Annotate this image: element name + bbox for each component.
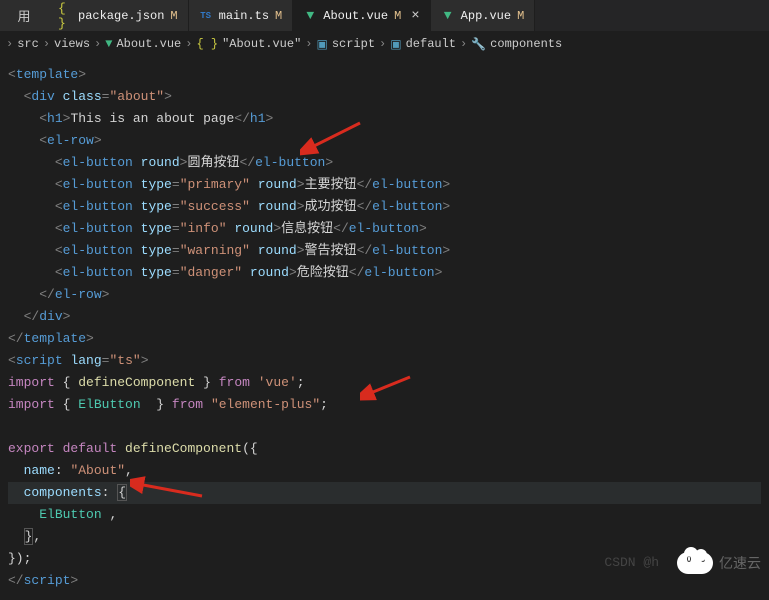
watermark-text: 亿速云 xyxy=(719,553,761,573)
chevron-right-icon: › xyxy=(185,37,192,51)
breadcrumb-item[interactable]: src xyxy=(17,37,39,51)
vue-icon: ▼ xyxy=(303,9,317,23)
modified-indicator: M xyxy=(394,9,401,23)
code-line: name: "About", xyxy=(8,460,761,482)
tab-about-vue[interactable]: ▼ About.vue M × xyxy=(293,0,430,31)
code-line: <script lang="ts"> xyxy=(8,350,761,372)
code-line: <el-button round>圆角按钮</el-button> xyxy=(8,152,761,174)
breadcrumb-item[interactable]: ▣ script xyxy=(316,37,375,52)
tab-label: App.vue xyxy=(461,9,511,23)
code-line: </div> xyxy=(8,306,761,328)
braces-icon: { } xyxy=(196,37,218,51)
chevron-right-icon: › xyxy=(43,37,50,51)
code-line: <el-button type="info" round>信息按钮</el-bu… xyxy=(8,218,761,240)
tab-main-ts[interactable]: TS main.ts M xyxy=(189,0,294,31)
tab-label: About.vue xyxy=(323,9,388,23)
cloud-icon xyxy=(677,552,713,574)
code-line: export default defineComponent({ xyxy=(8,438,761,460)
code-line: <template> xyxy=(8,64,761,86)
code-line xyxy=(8,416,761,438)
code-line: <el-row> xyxy=(8,130,761,152)
tab-package-json[interactable]: { } package.json M xyxy=(48,0,189,31)
vue-icon: ▼ xyxy=(441,9,455,23)
tab-app-vue[interactable]: ▼ App.vue M xyxy=(431,0,536,31)
code-line: </script> xyxy=(8,570,761,592)
csdn-watermark: CSDN @h xyxy=(604,555,659,570)
modified-indicator: M xyxy=(170,9,177,23)
json-icon: { } xyxy=(58,9,72,23)
code-line: }, xyxy=(8,526,761,548)
cube-icon: ▣ xyxy=(390,37,401,52)
code-line: <el-button type="danger" round>危险按钮</el-… xyxy=(8,262,761,284)
cube-icon: ▣ xyxy=(316,37,327,52)
modified-indicator: M xyxy=(517,9,524,23)
chevron-right-icon: › xyxy=(460,37,467,51)
tab-label: main.ts xyxy=(219,9,269,23)
code-line: <el-button type="warning" round>警告按钮</el… xyxy=(8,240,761,262)
code-line: </template> xyxy=(8,328,761,350)
code-editor[interactable]: <template> <div class="about"> <h1>This … xyxy=(0,56,769,600)
modified-indicator: M xyxy=(275,9,282,23)
chevron-right-icon: › xyxy=(94,37,101,51)
code-line: </el-row> xyxy=(8,284,761,306)
tab-stub: 用 xyxy=(0,0,48,31)
code-line: components: { xyxy=(8,482,761,504)
breadcrumb-item[interactable]: views xyxy=(54,37,90,51)
tab-label: package.json xyxy=(78,9,164,23)
breadcrumb-item[interactable]: ▼ About.vue xyxy=(105,37,181,51)
breadcrumb-item[interactable]: ▣ default xyxy=(390,37,456,52)
chevron-right-icon: › xyxy=(6,37,13,51)
code-line: <el-button type="success" round>成功按钮</el… xyxy=(8,196,761,218)
code-line: <div class="about"> xyxy=(8,86,761,108)
editor-tabs: 用 { } package.json M TS main.ts M ▼ Abou… xyxy=(0,0,769,32)
chevron-right-icon: › xyxy=(379,37,386,51)
ts-icon: TS xyxy=(199,9,213,23)
brand-watermark: 亿速云 xyxy=(677,552,761,574)
vue-icon: ▼ xyxy=(105,37,112,51)
code-line: <h1>This is an about page</h1> xyxy=(8,108,761,130)
breadcrumb[interactable]: › src › views › ▼ About.vue › { } "About… xyxy=(0,32,769,56)
breadcrumb-item[interactable]: { } "About.vue" xyxy=(196,37,301,51)
code-line: import { defineComponent } from 'vue'; xyxy=(8,372,761,394)
code-line: <el-button type="primary" round>主要按钮</el… xyxy=(8,174,761,196)
close-icon[interactable]: × xyxy=(411,8,419,24)
wrench-icon: 🔧 xyxy=(471,37,486,52)
breadcrumb-item[interactable]: 🔧 components xyxy=(471,37,562,52)
chevron-right-icon: › xyxy=(305,37,312,51)
code-line: import { ElButton } from "element-plus"; xyxy=(8,394,761,416)
code-line: ElButton , xyxy=(8,504,761,526)
